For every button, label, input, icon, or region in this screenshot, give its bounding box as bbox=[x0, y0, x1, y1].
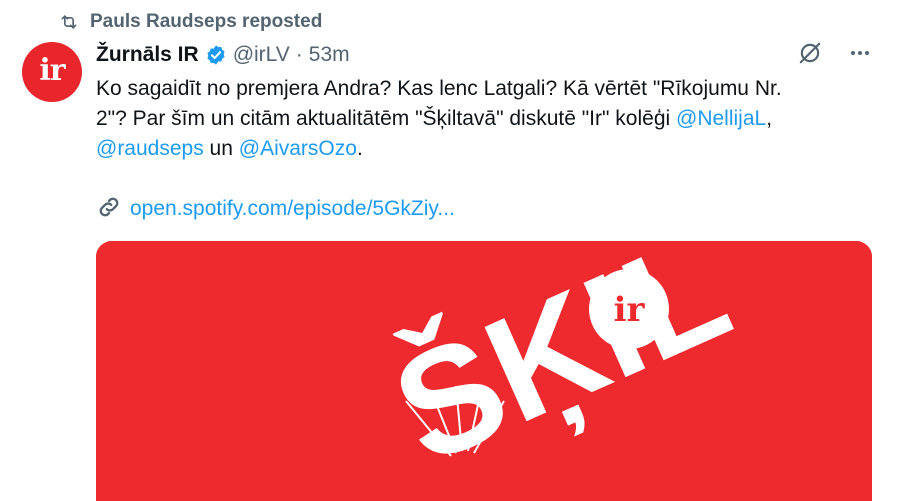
grok-button[interactable] bbox=[795, 40, 825, 70]
mention-link[interactable]: @raudseps bbox=[96, 137, 204, 160]
card-logo: ir bbox=[589, 269, 669, 349]
card-artwork: ŠĶIL ir bbox=[96, 241, 872, 501]
link-icon bbox=[96, 194, 122, 225]
tweet-line-2: 2"? Par šīm un citām aktualitātēm "Šķilt… bbox=[96, 107, 677, 130]
media-card[interactable]: ŠĶIL ir bbox=[96, 241, 872, 501]
author-name[interactable]: Žurnāls IR bbox=[96, 43, 199, 67]
repost-indicator[interactable]: Pauls Raudseps reposted bbox=[58, 10, 322, 34]
avatar[interactable]: ir bbox=[22, 42, 82, 102]
avatar-logo-text: ir bbox=[39, 52, 65, 88]
tweet-header: Žurnāls IR @irLV · 53m bbox=[96, 42, 350, 68]
more-options-button[interactable] bbox=[845, 40, 875, 70]
comma-text: , bbox=[766, 107, 773, 130]
external-link[interactable]: open.spotify.com/episode/5GkZiy... bbox=[96, 194, 455, 224]
repost-icon bbox=[58, 11, 80, 33]
mention-link[interactable]: @NellijaL bbox=[676, 107, 766, 130]
card-logo-text: ir bbox=[614, 290, 646, 330]
tweet-line-1: Ko sagaidīt no premjera Andra? Kas lenc … bbox=[96, 77, 782, 100]
separator-dot: · bbox=[295, 43, 303, 66]
grok-icon bbox=[797, 40, 823, 71]
period-text: . bbox=[356, 137, 363, 160]
verified-badge-icon bbox=[205, 44, 227, 66]
link-url[interactable]: open.spotify.com/episode/5GkZiy... bbox=[130, 197, 455, 221]
tweet-actions bbox=[795, 40, 875, 70]
post-time[interactable]: 53m bbox=[309, 43, 350, 67]
mention-link[interactable]: @AivarsOzo bbox=[239, 137, 357, 160]
more-icon bbox=[848, 41, 872, 70]
tweet-text: Ko sagaidīt no premjera Andra? Kas lenc … bbox=[96, 74, 856, 164]
repost-text: Pauls Raudseps reposted bbox=[90, 11, 323, 32]
author-handle[interactable]: @irLV bbox=[233, 43, 290, 67]
and-text: un bbox=[203, 137, 239, 160]
